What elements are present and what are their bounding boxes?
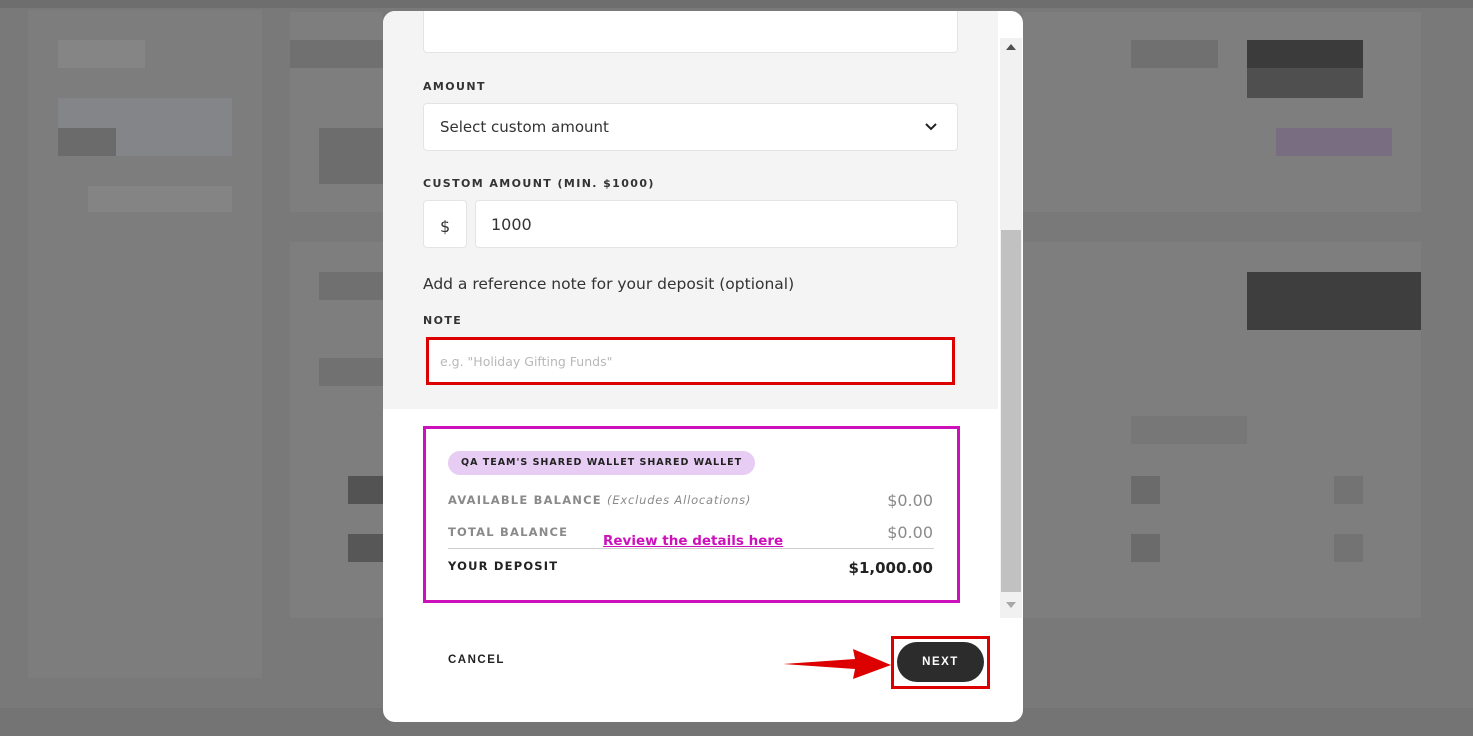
wallet-summary: QA TEAM'S SHARED WALLET SHARED WALLET AV… [423, 426, 960, 603]
scroll-down-arrow-icon[interactable] [1006, 602, 1016, 608]
review-annotation: Review the details here [603, 533, 784, 549]
cancel-button[interactable]: CANCEL [448, 654, 505, 666]
total-balance-value: $0.00 [887, 523, 933, 542]
next-button[interactable]: NEXT [897, 642, 984, 682]
available-balance-note: (Excludes Allocations) [607, 493, 752, 507]
reference-note-prompt: Add a reference note for your deposit (o… [423, 275, 795, 293]
amount-select[interactable]: Select custom amount [423, 103, 958, 151]
note-label: NOTE [423, 314, 463, 327]
note-input[interactable]: e.g. "Holiday Gifting Funds" [426, 337, 955, 385]
total-balance-label: TOTAL BALANCE [448, 525, 569, 539]
deposit-modal: AMOUNT Select custom amount CUSTOM AMOUN… [383, 11, 1023, 722]
currency-prefix: $ [423, 200, 467, 248]
your-deposit-value: $1,000.00 [848, 559, 933, 577]
amount-label: AMOUNT [423, 80, 486, 93]
scrollbar-thumb[interactable] [1001, 230, 1021, 592]
previous-field[interactable] [423, 11, 958, 53]
available-balance-label: AVAILABLE BALANCE (Excludes Allocations) [448, 493, 752, 507]
custom-amount-value: 1000 [491, 215, 532, 234]
note-placeholder: e.g. "Holiday Gifting Funds" [440, 354, 613, 369]
available-balance-value: $0.00 [887, 491, 933, 510]
custom-amount-label: CUSTOM AMOUNT (MIN. $1000) [423, 177, 655, 190]
wallet-badge: QA TEAM'S SHARED WALLET SHARED WALLET [448, 451, 756, 475]
modal-scrollbar[interactable] [1000, 38, 1022, 618]
red-arrow-icon [783, 649, 891, 679]
deposit-form: AMOUNT Select custom amount CUSTOM AMOUN… [383, 11, 998, 409]
your-deposit-label: YOUR DEPOSIT [448, 559, 559, 573]
amount-select-value: Select custom amount [440, 118, 609, 136]
custom-amount-input[interactable]: 1000 [475, 200, 958, 248]
scroll-up-arrow-icon[interactable] [1006, 44, 1016, 50]
chevron-down-icon [925, 123, 937, 131]
modal-scroll-area[interactable]: AMOUNT Select custom amount CUSTOM AMOUN… [383, 11, 1000, 618]
currency-symbol: $ [440, 217, 451, 236]
